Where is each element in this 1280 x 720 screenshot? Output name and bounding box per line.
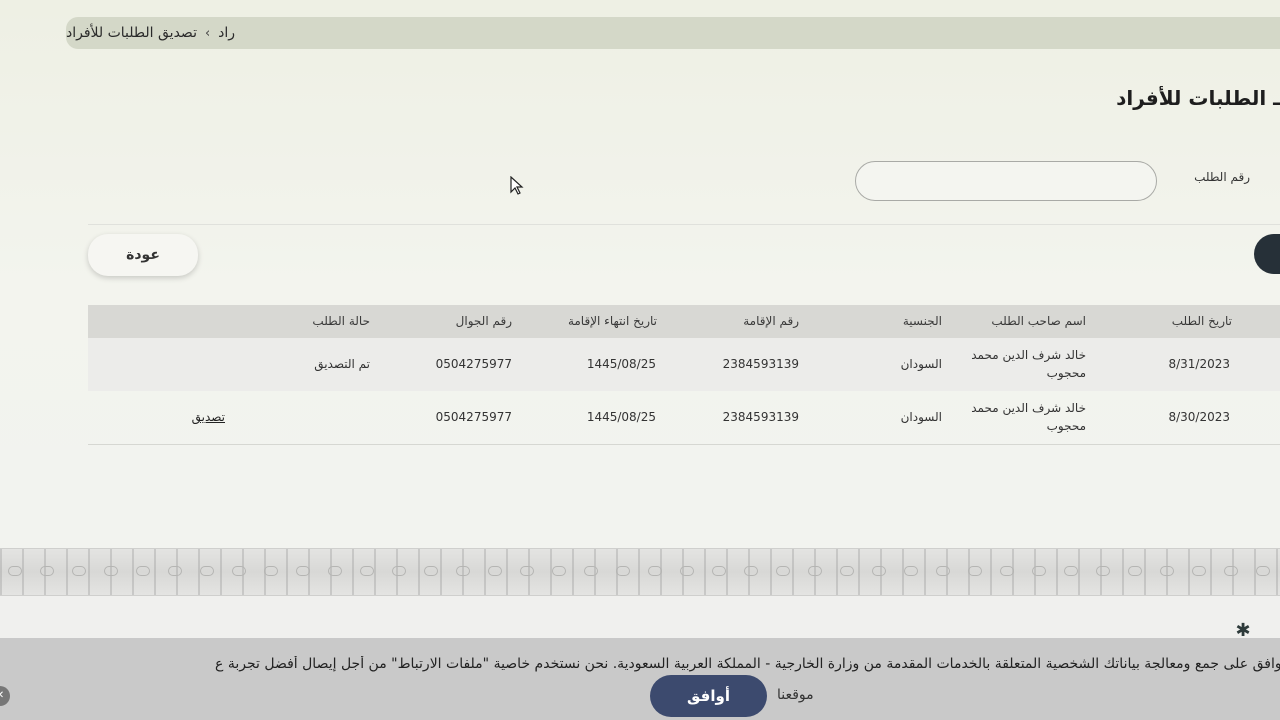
cell-status: تم التصديق — [314, 357, 370, 371]
cell-date: 8/30/2023 — [1168, 410, 1230, 424]
pattern-ring — [616, 566, 630, 576]
agree-button[interactable]: أوافق — [650, 675, 767, 717]
table-header: تاريخ الطلب اسم صاحب الطلب الجنسية رقم ا… — [88, 305, 1280, 338]
cell-date: 8/31/2023 — [1168, 357, 1230, 371]
cell-nationality: السودان — [900, 357, 942, 371]
cell-mobile: 0504275977 — [435, 357, 512, 371]
cell-mobile: 0504275977 — [435, 410, 512, 424]
cookie-consent-bar: توافق على جمع ومعالجة بياناتك الشخصية ال… — [0, 638, 1280, 720]
search-button[interactable] — [1254, 234, 1280, 274]
pattern-ring — [872, 566, 886, 576]
close-icon[interactable]: ✕ — [0, 686, 10, 706]
table-row: 8/30/2023 خالد شرف الدين محمد محجوب السو… — [88, 391, 1280, 444]
pattern-ring — [936, 566, 950, 576]
requests-table: تاريخ الطلب اسم صاحب الطلب الجنسية رقم ا… — [88, 305, 1280, 445]
pattern-ring — [1096, 566, 1110, 576]
cell-iqama: 2384593139 — [722, 357, 799, 371]
pattern-ring — [1256, 566, 1270, 576]
pattern-ring — [72, 566, 86, 576]
pattern-ring — [104, 566, 118, 576]
page-title: ـ الطلبات للأفراد — [1116, 86, 1280, 110]
pattern-ring — [744, 566, 758, 576]
pattern-ring — [392, 566, 406, 576]
pattern-ring — [168, 566, 182, 576]
pattern-ring — [264, 566, 278, 576]
cell-iqama-expiry: 1445/08/25 — [586, 357, 656, 371]
pattern-ring — [776, 566, 790, 576]
approve-link[interactable]: تصديق — [192, 410, 225, 424]
back-button[interactable]: عودة — [88, 234, 198, 276]
pattern-ring — [904, 566, 918, 576]
pattern-ring — [296, 566, 310, 576]
pattern-ring — [360, 566, 374, 576]
pattern-ring — [328, 566, 342, 576]
header-iqama: رقم الإقامة — [743, 314, 799, 328]
decorative-pattern-band — [0, 548, 1280, 596]
chevron-left-icon: › — [204, 25, 211, 41]
header-name: اسم صاحب الطلب — [991, 314, 1086, 328]
cell-iqama: 2384593139 — [722, 410, 799, 424]
request-number-input[interactable] — [855, 161, 1157, 201]
header-mobile: رقم الجوال — [455, 314, 512, 328]
pattern-ring — [200, 566, 214, 576]
pattern-ring — [808, 566, 822, 576]
header-iqama-expiry: تاريخ انتهاء الإقامة — [567, 314, 657, 328]
pattern-ring — [1128, 566, 1142, 576]
cell-name: خالد شرف الدين محمد محجوب — [971, 348, 1086, 380]
pattern-ring — [1000, 566, 1014, 576]
breadcrumb: راد › تصديق الطلبات للأفراد — [66, 17, 1280, 49]
pattern-ring — [1160, 566, 1174, 576]
pattern-ring — [1192, 566, 1206, 576]
header-date: تاريخ الطلب — [1171, 314, 1232, 328]
search-label: رقم الطلب — [1194, 170, 1250, 184]
mouse-cursor-icon — [510, 176, 524, 195]
pattern-ring — [712, 566, 726, 576]
pattern-ring — [840, 566, 854, 576]
pattern-ring — [648, 566, 662, 576]
pattern-ring — [584, 566, 598, 576]
pattern-ring — [456, 566, 470, 576]
cell-iqama-expiry: 1445/08/25 — [586, 410, 656, 424]
cell-nationality: السودان — [900, 410, 942, 424]
header-nationality: الجنسية — [902, 314, 942, 328]
pattern-ring — [1064, 566, 1078, 576]
pattern-ring — [8, 566, 22, 576]
pattern-ring — [1032, 566, 1046, 576]
breadcrumb-parent[interactable]: راد — [218, 25, 235, 41]
breadcrumb-current: تصديق الطلبات للأفراد — [66, 25, 197, 41]
pattern-ring — [136, 566, 150, 576]
pattern-ring — [968, 566, 982, 576]
divider — [88, 224, 1280, 225]
cookie-consent-text: توافق على جمع ومعالجة بياناتك الشخصية ال… — [215, 656, 1280, 672]
cell-name: خالد شرف الدين محمد محجوب — [971, 401, 1086, 433]
header-status: حالة الطلب — [312, 314, 370, 328]
pattern-ring — [232, 566, 246, 576]
pattern-ring — [488, 566, 502, 576]
pattern-ring — [552, 566, 566, 576]
pattern-ring — [424, 566, 438, 576]
pattern-ring — [520, 566, 534, 576]
pattern-ring — [1224, 566, 1238, 576]
table-row: 8/31/2023 خالد شرف الدين محمد محجوب السو… — [88, 338, 1280, 391]
pattern-ring — [680, 566, 694, 576]
site-link[interactable]: موقعنا — [777, 687, 814, 703]
footer-strip — [0, 596, 1280, 640]
pattern-ring — [40, 566, 54, 576]
